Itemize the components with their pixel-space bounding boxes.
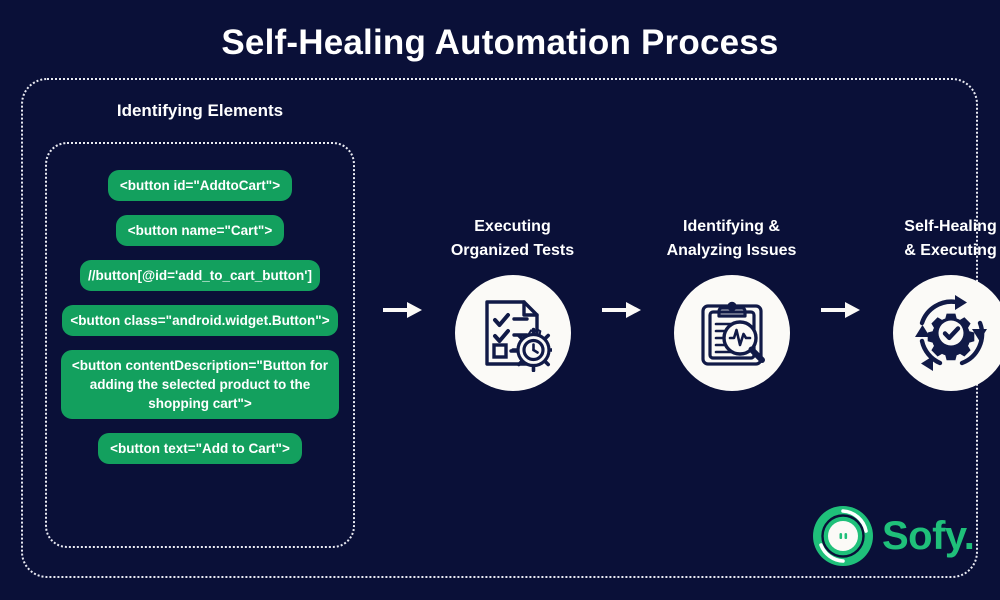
locator-tag[interactable]: <button class="android.widget.Button">	[62, 305, 338, 336]
page-title: Self-Healing Automation Process	[221, 23, 779, 62]
locator-tag-list: <button id="AddtoCart"> <button name="Ca…	[47, 170, 353, 464]
step-label: Executing Organized Tests	[450, 218, 575, 259]
identifying-elements-heading: Identifying Elements	[116, 101, 284, 120]
locator-tag[interactable]: <button text="Add to Cart">	[98, 433, 302, 464]
step-identifying-analyzing-issues: Identifying & Analyzing Issues	[650, 215, 813, 391]
step-icon-circle[interactable]	[454, 275, 571, 391]
arrow-right-3	[813, 215, 869, 405]
element-locators-frame: <button id="AddtoCart"> <button name="Ca…	[45, 142, 355, 548]
sofy-circle-logo-icon	[813, 506, 873, 566]
step-executing-organized-tests: Executing Organized Tests	[431, 215, 594, 391]
step-self-healing-executing: Self-Healing & Executing	[869, 215, 1000, 391]
step-icon-circle[interactable]	[892, 275, 1000, 391]
locator-tag[interactable]: <button contentDescription="Button for a…	[61, 350, 339, 419]
locator-tag[interactable]: //button[@id='add_to_cart_button']	[80, 260, 320, 291]
identifying-elements-section: Identifying Elements	[45, 100, 355, 122]
clipboard-magnifier-pulse-icon	[700, 301, 765, 366]
locator-tag[interactable]: <button id="AddtoCart">	[107, 170, 293, 201]
gear-check-cycle-arrows-icon	[914, 295, 987, 371]
locator-tag[interactable]: <button name="Cart">	[115, 215, 285, 246]
arrow-right-2	[594, 215, 650, 405]
step-label: Identifying & Analyzing Issues	[666, 218, 797, 259]
sofy-logo[interactable]: Sofy.	[812, 505, 975, 567]
process-steps: Executing Organized Tests Identifying & …	[375, 215, 1000, 415]
sofy-wordmark: Sofy.	[882, 514, 975, 558]
step-icon-circle[interactable]	[673, 275, 790, 391]
infographic-canvas: Self-Healing Automation Process Identify…	[0, 0, 1000, 600]
step-label: Self-Healing & Executing	[904, 218, 997, 259]
arrow-right-1	[375, 215, 431, 405]
checklist-document-gear-icon	[484, 300, 552, 372]
